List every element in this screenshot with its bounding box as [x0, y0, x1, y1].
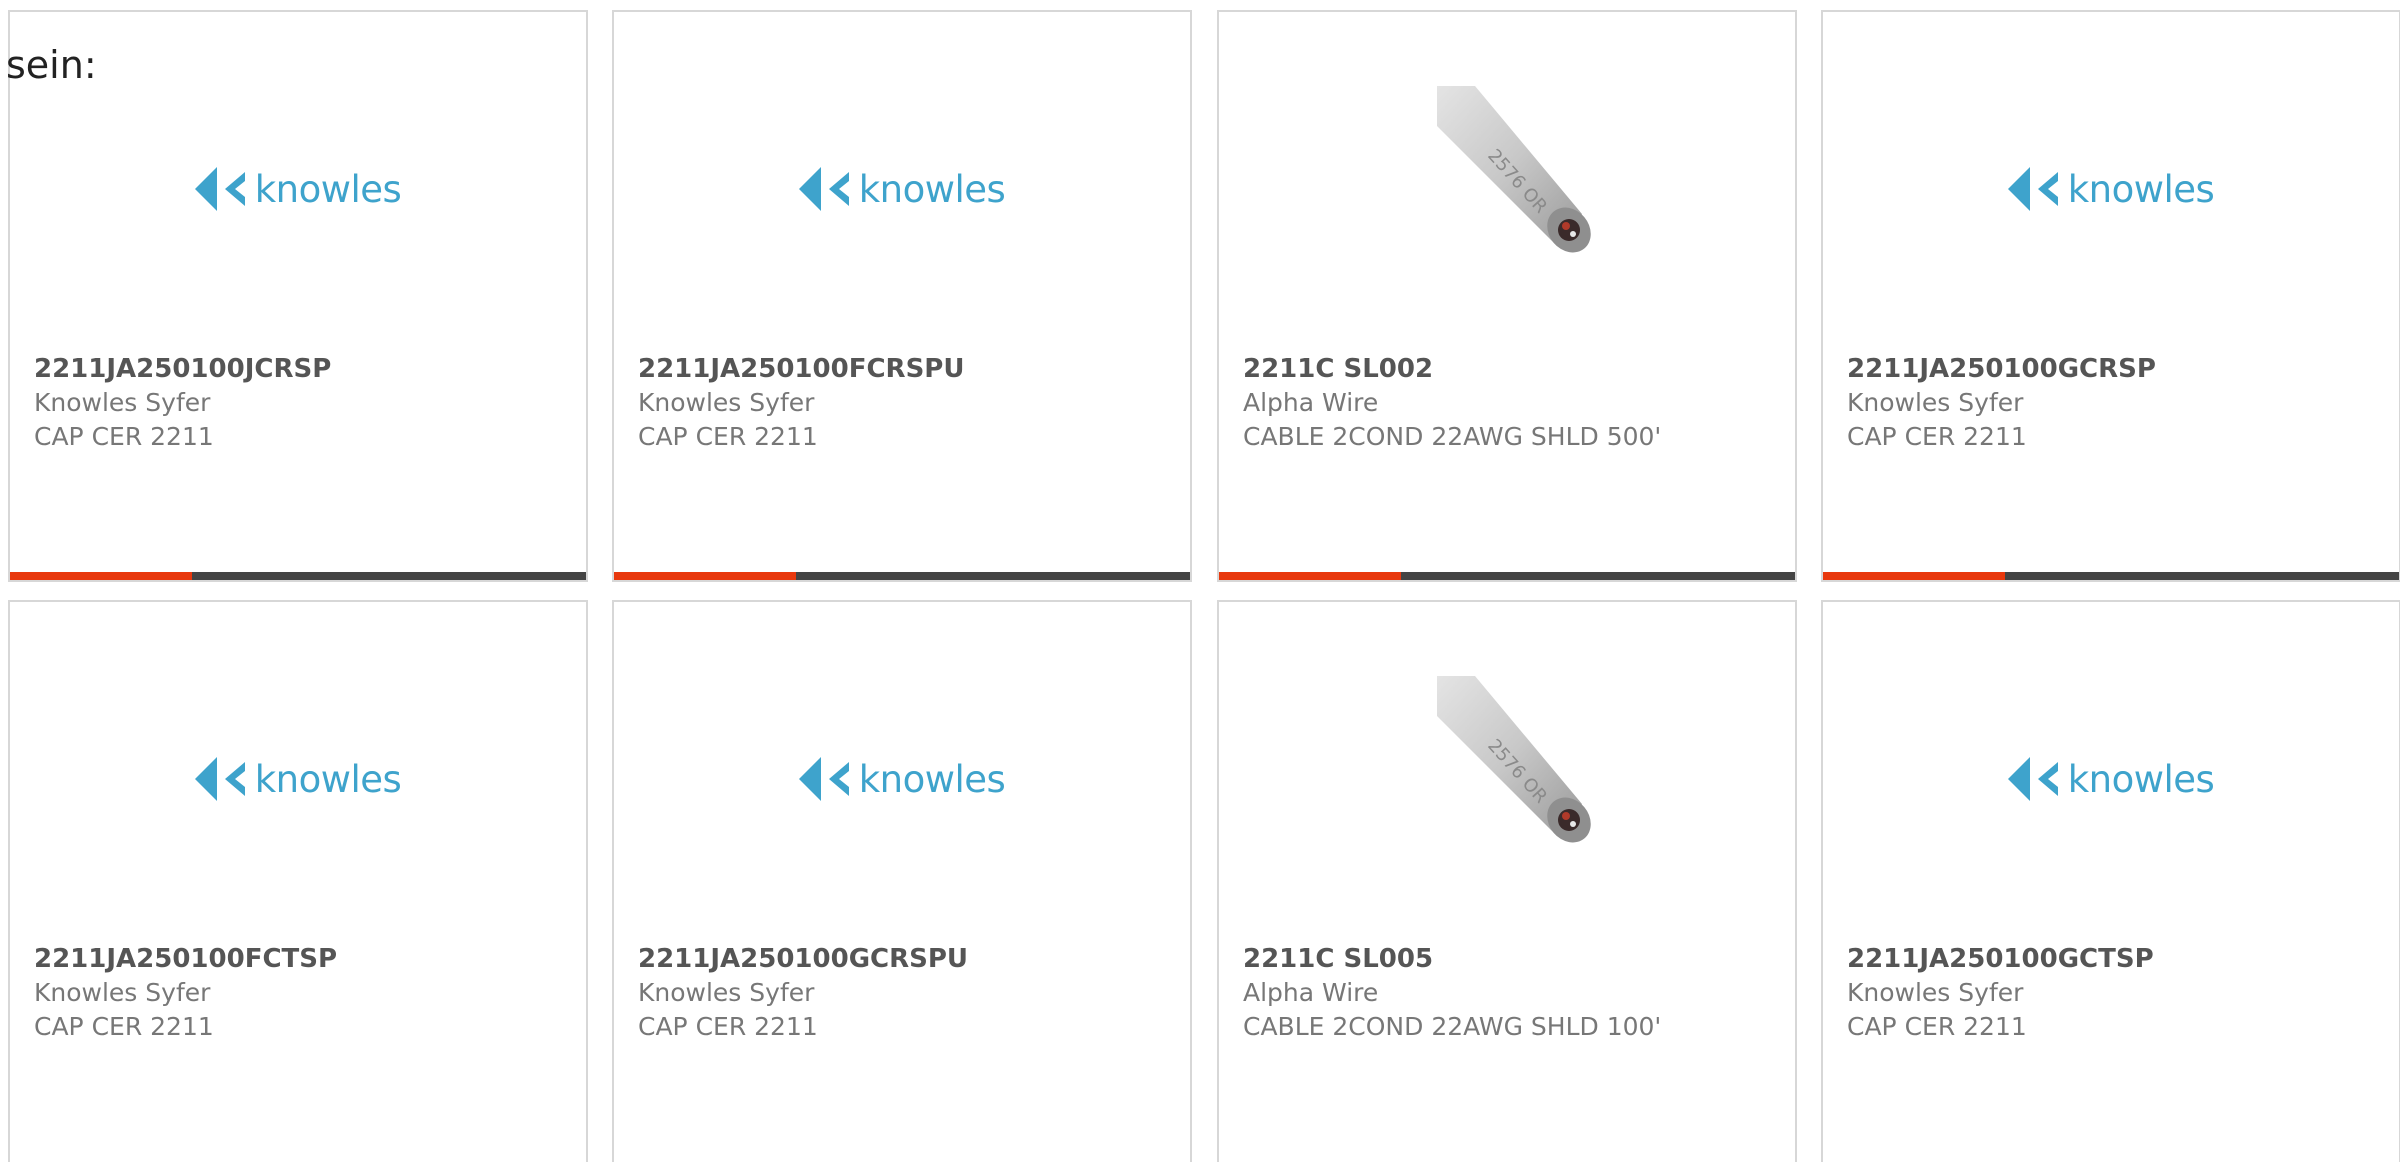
- description: CAP CER 2211: [34, 1012, 214, 1041]
- knowles-logo: knowles: [2007, 167, 2215, 211]
- description: CAP CER 2211: [638, 422, 818, 451]
- knowles-logo-text: knowles: [254, 167, 402, 211]
- product-card[interactable]: 2576 OR 2211C SL005 Alpha Wire CABLE 2CO…: [1217, 600, 1797, 1162]
- part-number[interactable]: 2211JA250100JCRSP: [34, 352, 574, 386]
- knowles-chevron-icon: [2007, 757, 2058, 801]
- product-image[interactable]: knowles: [1823, 662, 2399, 852]
- manufacturer: Knowles Syfer: [34, 978, 211, 1007]
- part-number[interactable]: 2211JA250100FCRSPU: [638, 352, 1178, 386]
- knowles-logo: knowles: [194, 167, 402, 211]
- part-number[interactable]: 2211JA250100GCRSP: [1847, 352, 2387, 386]
- card-footer-accent: [10, 572, 192, 580]
- manufacturer: Alpha Wire: [1243, 388, 1379, 417]
- knowles-logo: knowles: [194, 757, 402, 801]
- product-grid: knowles 2211JA250100JCRSP Knowles Syfer …: [8, 10, 2400, 1162]
- description: CABLE 2COND 22AWG SHLD 500': [1243, 422, 1662, 451]
- knowles-logo-text: knowles: [254, 757, 402, 801]
- description: CAP CER 2211: [1847, 1012, 2027, 1041]
- product-image[interactable]: 2576 OR: [1219, 662, 1795, 852]
- manufacturer: Knowles Syfer: [1847, 388, 2024, 417]
- card-footer-bar: [1219, 572, 1795, 580]
- product-info: 2211JA250100GCRSP Knowles Syfer CAP CER …: [1847, 352, 2387, 454]
- description: CAP CER 2211: [1847, 422, 2027, 451]
- knowles-chevron-icon: [194, 757, 245, 801]
- product-image[interactable]: knowles: [1823, 72, 2399, 262]
- product-info: 2211JA250100GCRSPU Knowles Syfer CAP CER…: [638, 942, 1178, 1044]
- card-footer-accent: [1823, 572, 2005, 580]
- knowles-chevron-icon: [798, 167, 849, 211]
- knowles-logo: knowles: [798, 167, 1006, 211]
- product-card[interactable]: knowles 2211JA250100JCRSP Knowles Syfer …: [8, 10, 588, 582]
- product-info: 2211JA250100JCRSP Knowles Syfer CAP CER …: [34, 352, 574, 454]
- manufacturer: Knowles Syfer: [1847, 978, 2024, 1007]
- heading-fragment: sein:: [6, 43, 97, 87]
- knowles-logo: knowles: [798, 757, 1006, 801]
- product-image[interactable]: knowles: [10, 72, 586, 262]
- cable-photo: 2576 OR: [1437, 676, 1591, 843]
- product-image[interactable]: knowles: [614, 72, 1190, 262]
- product-info: 2211C SL005 Alpha Wire CABLE 2COND 22AWG…: [1243, 942, 1783, 1044]
- product-info: 2211JA250100FCRSPU Knowles Syfer CAP CER…: [638, 352, 1178, 454]
- knowles-chevron-icon: [194, 167, 245, 211]
- product-image[interactable]: 2576 OR: [1219, 72, 1795, 262]
- manufacturer: Knowles Syfer: [34, 388, 211, 417]
- part-number[interactable]: 2211JA250100FCTSP: [34, 942, 574, 976]
- product-card[interactable]: knowles 2211JA250100FCRSPU Knowles Syfer…: [612, 10, 1192, 582]
- cable-photo: 2576 OR: [1437, 86, 1591, 253]
- description: CABLE 2COND 22AWG SHLD 100': [1243, 1012, 1662, 1041]
- knowles-logo-text: knowles: [2067, 757, 2215, 801]
- part-number[interactable]: 2211JA250100GCTSP: [1847, 942, 2387, 976]
- product-image[interactable]: knowles: [614, 662, 1190, 852]
- part-number[interactable]: 2211C SL002: [1243, 352, 1783, 386]
- knowles-logo-text: knowles: [2067, 167, 2215, 211]
- knowles-chevron-icon: [2007, 167, 2058, 211]
- knowles-chevron-icon: [798, 757, 849, 801]
- product-card[interactable]: knowles 2211JA250100FCTSP Knowles Syfer …: [8, 600, 588, 1162]
- description: CAP CER 2211: [638, 1012, 818, 1041]
- product-info: 2211JA250100GCTSP Knowles Syfer CAP CER …: [1847, 942, 2387, 1044]
- manufacturer: Alpha Wire: [1243, 978, 1379, 1007]
- product-info: 2211JA250100FCTSP Knowles Syfer CAP CER …: [34, 942, 574, 1044]
- card-footer-bar: [614, 572, 1190, 580]
- product-info: 2211C SL002 Alpha Wire CABLE 2COND 22AWG…: [1243, 352, 1783, 454]
- card-footer-accent: [614, 572, 796, 580]
- knowles-logo-text: knowles: [858, 167, 1006, 211]
- part-number[interactable]: 2211C SL005: [1243, 942, 1783, 976]
- card-footer-bar: [10, 572, 586, 580]
- manufacturer: Knowles Syfer: [638, 978, 815, 1007]
- card-footer-bar: [1823, 572, 2399, 580]
- product-card[interactable]: knowles 2211JA250100GCRSPU Knowles Syfer…: [612, 600, 1192, 1162]
- product-card[interactable]: knowles 2211JA250100GCTSP Knowles Syfer …: [1821, 600, 2400, 1162]
- knowles-logo-text: knowles: [858, 757, 1006, 801]
- product-card[interactable]: knowles 2211JA250100GCRSP Knowles Syfer …: [1821, 10, 2400, 582]
- product-card[interactable]: 2576 OR 2211C SL002 Alpha Wire CABLE 2CO…: [1217, 10, 1797, 582]
- part-number[interactable]: 2211JA250100GCRSPU: [638, 942, 1178, 976]
- manufacturer: Knowles Syfer: [638, 388, 815, 417]
- product-image[interactable]: knowles: [10, 662, 586, 852]
- card-footer-accent: [1219, 572, 1401, 580]
- description: CAP CER 2211: [34, 422, 214, 451]
- knowles-logo: knowles: [2007, 757, 2215, 801]
